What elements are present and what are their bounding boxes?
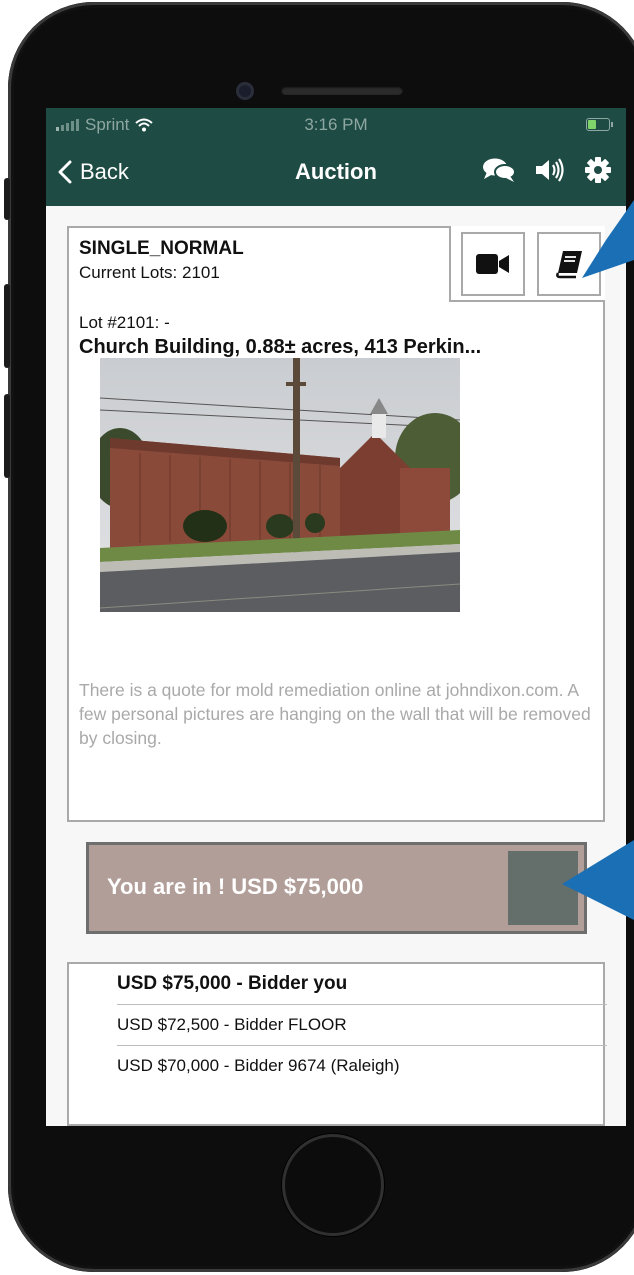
battery-icon xyxy=(586,118,613,131)
lot-number: Lot #2101: - xyxy=(79,313,170,332)
lot-photo xyxy=(100,358,460,612)
callout-arrow-catalog xyxy=(582,200,634,278)
video-camera-icon xyxy=(476,254,509,274)
back-button[interactable]: Back xyxy=(58,159,129,185)
volume-up-button xyxy=(4,284,10,368)
lot-panel: SINGLE_NORMAL Current Lots: 2101 Lot #21… xyxy=(67,226,605,822)
bid-status-label: You are in ! USD $75,000 xyxy=(107,874,364,899)
back-label: Back xyxy=(80,159,129,184)
navigation-bar: Back Auction xyxy=(46,142,626,206)
auction-name: SINGLE_NORMAL xyxy=(79,238,244,259)
mute-switch xyxy=(4,178,10,220)
chat-icon[interactable] xyxy=(482,157,516,188)
volume-down-button xyxy=(4,394,10,478)
lot-description: There is a quote for mold remediation on… xyxy=(79,680,591,748)
current-lots: Current Lots: 2101 xyxy=(79,263,220,282)
bid-button[interactable]: You are in ! USD $75,000 xyxy=(86,842,587,934)
auction-content: SINGLE_NORMAL Current Lots: 2101 Lot #21… xyxy=(46,206,626,1126)
video-button[interactable] xyxy=(461,232,525,296)
bid-history-row: USD $70,000 - Bidder 9674 (Raleigh) xyxy=(117,1056,400,1075)
bid-history-row: USD $75,000 - Bidder you xyxy=(117,964,607,1005)
status-bar: Sprint 3:16 PM xyxy=(46,108,626,142)
speaker-icon[interactable] xyxy=(534,157,566,188)
bid-history-row: USD $72,500 - Bidder FLOOR xyxy=(117,1005,607,1046)
callout-arrow-bid xyxy=(562,840,634,920)
front-camera xyxy=(236,82,254,100)
bid-history-list: USD $75,000 - Bidder you USD $72,500 - B… xyxy=(67,962,607,1126)
chevron-left-icon xyxy=(58,160,72,184)
status-time: 3:16 PM xyxy=(304,115,368,134)
app-screen: Sprint 3:16 PM Back Auction SINGLE_NORMA… xyxy=(46,108,626,1126)
earpiece-speaker xyxy=(281,86,403,95)
lot-title: Church Building, 0.88± acres, 413 Perkin… xyxy=(79,336,482,358)
home-button[interactable] xyxy=(282,1134,384,1236)
phone-frame: Sprint 3:16 PM Back Auction SINGLE_NORMA… xyxy=(4,2,634,1272)
gear-icon[interactable] xyxy=(584,156,612,189)
